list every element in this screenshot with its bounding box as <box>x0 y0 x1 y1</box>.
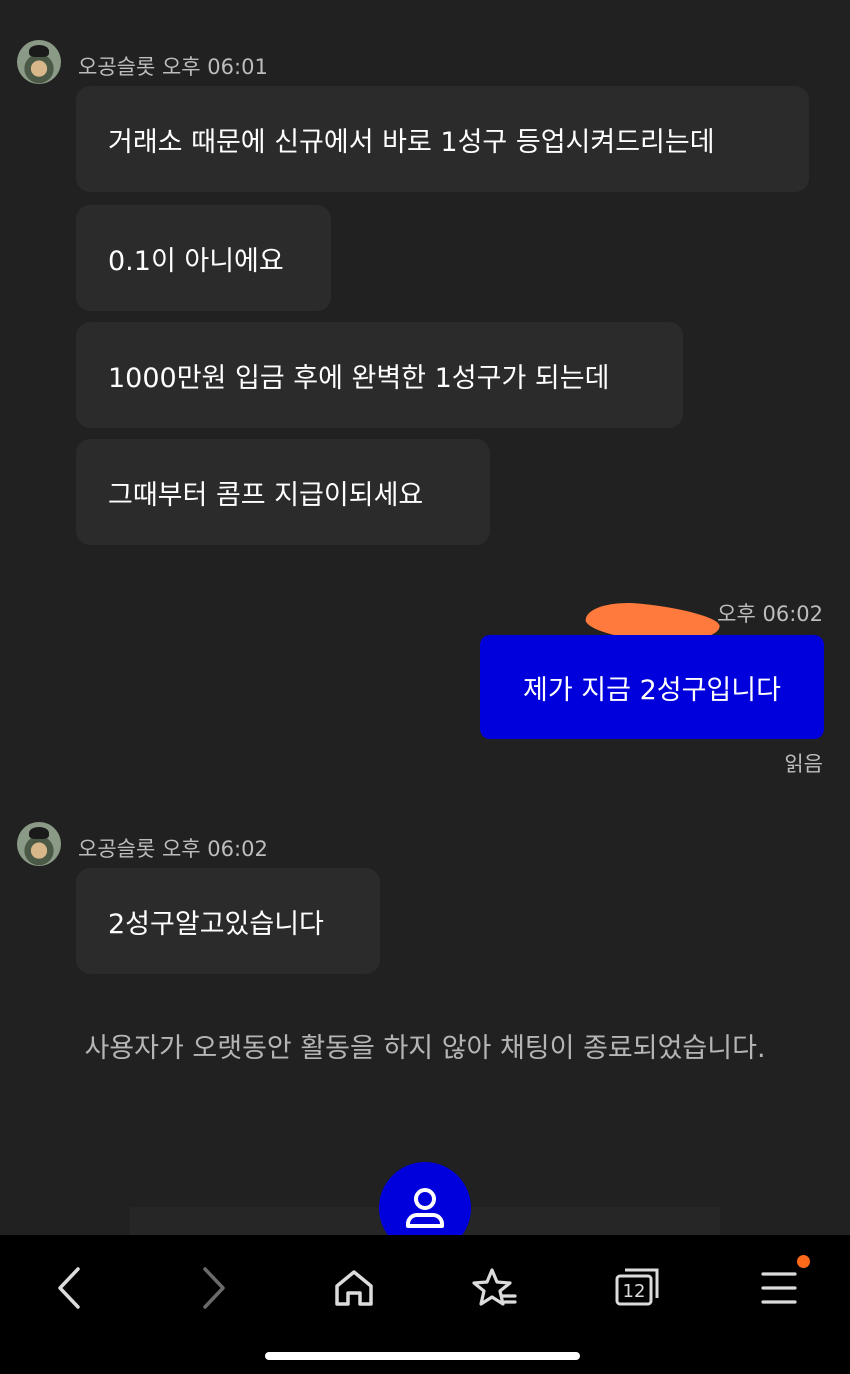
sender-name: 오공슬롯 <box>78 837 156 861</box>
tabs-button[interactable]: 12 <box>602 1255 672 1321</box>
message-time: 오후 06:02 <box>717 602 823 626</box>
incoming-message-bubble[interactable]: 0.1이 아니에요 <box>76 205 331 311</box>
message-header: 오공슬롯 오후 06:01 <box>78 51 268 81</box>
message-header: 오공슬롯 오후 06:02 <box>78 833 268 863</box>
message-text: 그때부터 콤프 지급이되세요 <box>108 479 424 511</box>
person-icon <box>406 1188 444 1228</box>
back-icon <box>58 1267 80 1309</box>
home-icon <box>335 1270 373 1306</box>
notification-dot <box>797 1255 810 1268</box>
sender-avatar[interactable] <box>17 822 61 866</box>
home-indicator[interactable] <box>265 1352 580 1360</box>
incoming-message-bubble[interactable]: 거래소 때문에 신규에서 바로 1성구 등업시켜드리는데 <box>76 86 809 192</box>
sender-avatar[interactable] <box>17 40 61 84</box>
tabs-icon: 12 <box>615 1268 659 1306</box>
message-text: 제가 지금 2성구입니다 <box>523 674 781 706</box>
bookmarks-button[interactable] <box>460 1255 530 1321</box>
bookmarks-icon <box>472 1268 517 1306</box>
chat-ended-notice: 사용자가 오랫동안 활동을 하지 않아 채팅이 종료되었습니다. <box>84 1033 766 1064</box>
message-text: 0.1이 아니에요 <box>108 245 284 277</box>
incoming-message-bubble[interactable]: 2성구알고있습니다 <box>76 868 380 974</box>
forward-icon <box>203 1267 225 1309</box>
read-status: 읽음 <box>784 752 823 776</box>
home-button[interactable] <box>319 1255 389 1321</box>
incoming-message-bubble[interactable]: 1000만원 입금 후에 완벽한 1성구가 되는데 <box>76 322 683 428</box>
browser-bottom-bar: 12 <box>0 1235 850 1374</box>
outgoing-message-bubble[interactable]: 제가 지금 2성구입니다 <box>480 635 824 739</box>
message-time: 오후 06:01 <box>161 55 268 79</box>
forward-button[interactable] <box>179 1255 249 1321</box>
incoming-message-bubble[interactable]: 그때부터 콤프 지급이되세요 <box>76 439 490 545</box>
message-time: 오후 06:02 <box>161 837 268 861</box>
menu-icon <box>761 1272 797 1304</box>
message-text: 2성구알고있습니다 <box>108 908 324 940</box>
message-text: 1000만원 입금 후에 완벽한 1성구가 되는데 <box>108 362 610 394</box>
back-button[interactable] <box>34 1255 104 1321</box>
message-text: 거래소 때문에 신규에서 바로 1성구 등업시켜드리는데 <box>108 126 715 158</box>
sender-name: 오공슬롯 <box>78 55 156 79</box>
tab-count: 12 <box>623 1281 646 1302</box>
